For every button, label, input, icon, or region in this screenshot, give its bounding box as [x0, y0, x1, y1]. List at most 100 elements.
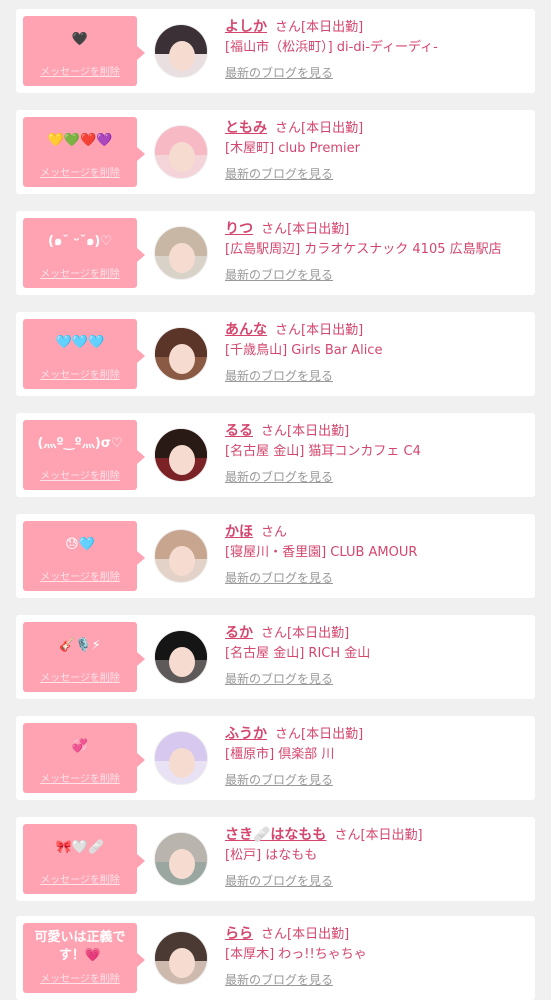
cast-name-link[interactable]: ともみ [225, 120, 267, 136]
message-text: 🎀🤍🩹 [55, 840, 105, 855]
cast-info: かほ さん [寝屋川・香里園] CLUB AMOUR 最新のブログを見る [225, 521, 529, 586]
status-label: [本日出勤] [287, 222, 350, 237]
avatar[interactable] [154, 731, 208, 785]
avatar[interactable] [154, 630, 208, 684]
delete-message-link[interactable]: メッセージを削除 [23, 467, 137, 482]
latest-blog-link[interactable]: 最新のブログを見る [225, 670, 333, 687]
delete-message-link[interactable]: メッセージを削除 [23, 770, 137, 785]
message-text: 💛💚❤️💜 [47, 133, 113, 148]
cast-name-link[interactable]: さき🩹はなもも [225, 827, 326, 843]
status-label: [本日出勤] [301, 121, 364, 136]
honorific: さん [275, 20, 302, 35]
latest-blog-link[interactable]: 最新のブログを見る [225, 165, 333, 182]
message-bubble: 💛💚❤️💜 メッセージを削除 [23, 117, 145, 187]
avatar[interactable] [154, 529, 208, 583]
message-bubble: 🖤 メッセージを削除 [23, 16, 145, 86]
message-text: 🩵🩵🩵 [55, 335, 105, 350]
cast-info: さき🩹はなもも さん[本日出勤] [松戸] はなもも 最新のブログを見る [225, 824, 529, 889]
shop-label: [橿原市] 倶楽部 川 [225, 747, 335, 762]
cast-info: ともみ さん[本日出勤] [木屋町] club Premier 最新のブログを見る [225, 117, 529, 182]
delete-message-link[interactable]: メッセージを削除 [23, 265, 137, 280]
shop-label: [松戸] はなもも [225, 848, 318, 863]
delete-message-link[interactable]: メッセージを削除 [23, 970, 137, 985]
message-text: 😓🩵 [65, 537, 95, 552]
status-label: [本日出勤] [287, 424, 350, 439]
delete-message-link[interactable]: メッセージを削除 [23, 366, 137, 381]
shop-label: [本厚木] わっ!!ちゃちゃ [225, 947, 367, 962]
cast-info: らら さん[本日出勤] [本厚木] わっ!!ちゃちゃ 最新のブログを見る [225, 923, 529, 988]
cast-name-link[interactable]: るる [225, 423, 253, 439]
honorific: さん [275, 323, 302, 338]
honorific: さん [261, 424, 288, 439]
list-item: (๑˘ ᵕ˘๑)♡ メッセージを削除 りつ さん[本日出勤] [広島駅周辺] カラ… [16, 211, 535, 295]
latest-blog-link[interactable]: 最新のブログを見る [225, 468, 333, 485]
latest-blog-link[interactable]: 最新のブログを見る [225, 771, 333, 788]
cast-name-link[interactable]: あんな [225, 322, 267, 338]
honorific: さん [275, 121, 302, 136]
cast-info: りつ さん[本日出勤] [広島駅周辺] カラオケスナック 4105 広島駅店 最新… [225, 218, 529, 283]
avatar[interactable] [154, 428, 208, 482]
avatar[interactable] [154, 931, 208, 985]
message-text: 💞 [71, 739, 89, 754]
latest-blog-link[interactable]: 最新のブログを見る [225, 367, 333, 384]
list-item: 🎸🎙️⚡ メッセージを削除 るか さん[本日出勤] [名古屋 金山] RICH 金… [16, 615, 535, 699]
message-bubble: (๑˘ ᵕ˘๑)♡ メッセージを削除 [23, 218, 145, 288]
message-bubble: 🎸🎙️⚡ メッセージを削除 [23, 622, 145, 692]
delete-message-link[interactable]: メッセージを削除 [23, 871, 137, 886]
shop-label: [名古屋 金山] 猫耳コンカフェ C4 [225, 444, 421, 459]
avatar[interactable] [154, 125, 208, 179]
avatar[interactable] [154, 226, 208, 280]
avatar-face [169, 748, 195, 778]
shop-label: [木屋町] club Premier [225, 141, 360, 156]
honorific: さん [275, 727, 302, 742]
cast-name-link[interactable]: ふうか [225, 726, 267, 742]
avatar-face [169, 243, 195, 273]
avatar-face [169, 445, 195, 475]
cast-info: あんな さん[本日出勤] [千歳鳥山] Girls Bar Alice 最新のブロ… [225, 319, 529, 384]
list-item: 可愛いは正義です！💗 メッセージを削除 らら さん[本日出勤] [本厚木] わっ!… [16, 916, 535, 1000]
shop-label: [福山市（松浜町）] di-di-ディーディ- [225, 40, 438, 55]
latest-blog-link[interactable]: 最新のブログを見る [225, 64, 333, 81]
list-item: 🩵🩵🩵 メッセージを削除 あんな さん[本日出勤] [千歳鳥山] Girls Ba… [16, 312, 535, 396]
list-item: 🖤 メッセージを削除 よしか さん[本日出勤] [福山市（松浜町）] di-di-… [16, 9, 535, 93]
message-bubble: 🎀🤍🩹 メッセージを削除 [23, 824, 145, 894]
list-item: 💞 メッセージを削除 ふうか さん[本日出勤] [橿原市] 倶楽部 川 最新のブロ… [16, 716, 535, 800]
cast-info: ふうか さん[本日出勤] [橿原市] 倶楽部 川 最新のブログを見る [225, 723, 529, 788]
list-item: 💛💚❤️💜 メッセージを削除 ともみ さん[本日出勤] [木屋町] club Pr… [16, 110, 535, 194]
shop-label: [千歳鳥山] Girls Bar Alice [225, 343, 383, 358]
avatar[interactable] [154, 327, 208, 381]
avatar-face [169, 344, 195, 374]
message-text: 🖤 [71, 32, 89, 47]
cast-name-link[interactable]: るか [225, 625, 253, 641]
avatar[interactable] [154, 24, 208, 78]
delete-message-link[interactable]: メッセージを削除 [23, 669, 137, 684]
delete-message-link[interactable]: メッセージを削除 [23, 63, 137, 78]
cast-name-link[interactable]: よしか [225, 19, 267, 35]
latest-blog-link[interactable]: 最新のブログを見る [225, 971, 333, 988]
list-item: 🎀🤍🩹 メッセージを削除 さき🩹はなもも さん[本日出勤] [松戸] はなもも 最… [16, 817, 535, 901]
delete-message-link[interactable]: メッセージを削除 [23, 568, 137, 583]
avatar-face [169, 948, 195, 978]
shop-label: [広島駅周辺] カラオケスナック 4105 広島駅店 [225, 242, 502, 257]
message-text: 🎸🎙️⚡ [59, 638, 101, 653]
cast-name-link[interactable]: らら [225, 926, 253, 942]
cast-name-link[interactable]: かほ [225, 524, 253, 540]
latest-blog-link[interactable]: 最新のブログを見る [225, 569, 333, 586]
avatar-face [169, 142, 195, 172]
avatar[interactable] [154, 832, 208, 886]
delete-message-link[interactable]: メッセージを削除 [23, 164, 137, 179]
honorific: さん [261, 525, 288, 540]
honorific: さん [261, 626, 288, 641]
avatar-face [169, 849, 195, 879]
message-bubble: 🩵🩵🩵 メッセージを削除 [23, 319, 145, 389]
status-label: [本日出勤] [301, 20, 364, 35]
cast-info: るる さん[本日出勤] [名古屋 金山] 猫耳コンカフェ C4 最新のブログを見る [225, 420, 529, 485]
shop-label: [寝屋川・香里園] CLUB AMOUR [225, 545, 418, 560]
latest-blog-link[interactable]: 最新のブログを見る [225, 266, 333, 283]
cast-info: るか さん[本日出勤] [名古屋 金山] RICH 金山 最新のブログを見る [225, 622, 529, 687]
latest-blog-link[interactable]: 最新のブログを見る [225, 872, 333, 889]
list-item: (灬º‿º灬)σ♡ メッセージを削除 るる さん[本日出勤] [名古屋 金山] 猫… [16, 413, 535, 497]
honorific: さん [334, 828, 361, 843]
status-label: [本日出勤] [301, 727, 364, 742]
cast-name-link[interactable]: りつ [225, 221, 253, 237]
